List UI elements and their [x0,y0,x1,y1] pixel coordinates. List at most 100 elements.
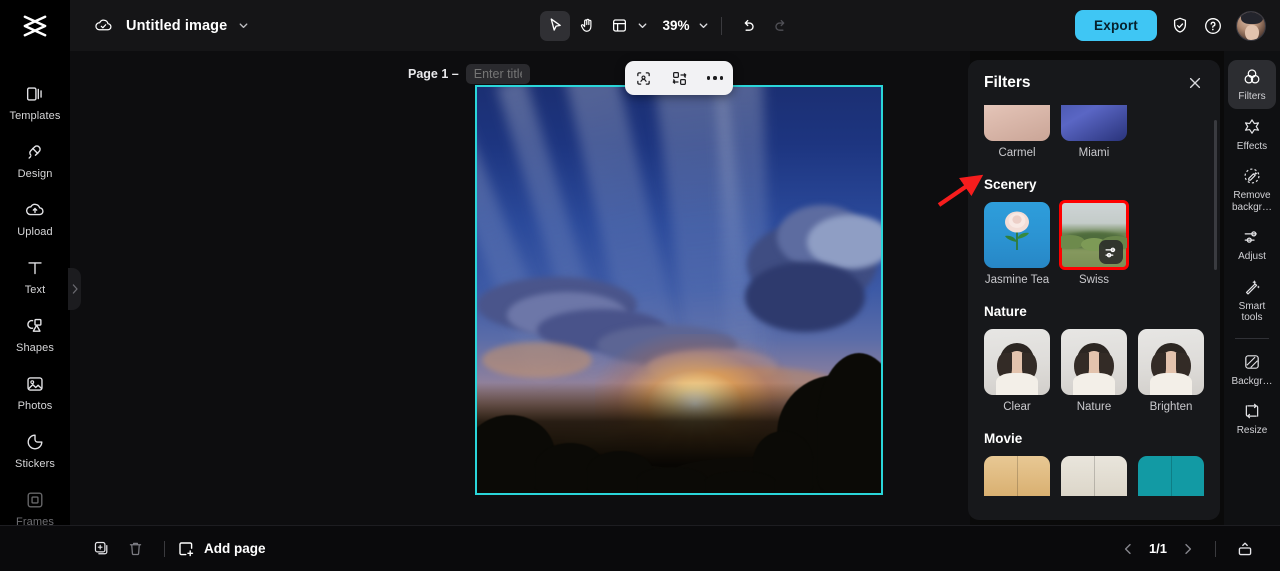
page-label-group: Page 1 – [408,64,530,84]
sidebar-item-label: Upload [17,225,53,238]
sidebar-item-label: Text [24,283,46,296]
chevron-down-icon[interactable] [237,19,250,32]
filter-label: Brighten [1149,401,1193,413]
rail-divider [1235,337,1269,339]
sidebar-item-shapes[interactable]: Shapes [0,305,70,363]
undo-arrow-icon [744,19,754,31]
filter-item-brighten[interactable]: Brighten [1138,329,1204,413]
add-page-button[interactable]: Add page [177,540,266,558]
zoom-chevron-down-icon[interactable] [697,19,710,32]
sidebar-expand-handle[interactable] [68,268,81,310]
filter-thumbnail[interactable] [1138,456,1204,496]
sidebar-item-label: Shapes [16,341,54,354]
bottom-bar: Add page 1/1 [0,525,1280,571]
layout-chevron-down-icon[interactable] [636,19,649,32]
adjust-badge[interactable] [1099,240,1123,264]
filter-item-nature[interactable]: Nature [1061,329,1127,413]
selected-image-artboard[interactable] [475,85,883,495]
filter-thumbnail[interactable] [984,202,1050,268]
sidebar-item-text[interactable]: Text [0,247,70,305]
chevron-left-icon [1124,543,1131,554]
filter-thumbnail[interactable] [1061,105,1127,141]
image-more-button[interactable] [702,65,728,91]
undo-button[interactable] [733,11,763,41]
next-page-button[interactable] [1173,534,1203,564]
more-horizontal-icon [706,76,724,80]
delete-page-button[interactable] [118,534,152,564]
export-button[interactable]: Export [1075,10,1157,41]
redo-arrow-icon [774,19,784,31]
filters-panel-scrollbar[interactable] [1214,120,1217,270]
redo-button[interactable] [765,11,795,41]
rail-item-label: Remove backgr… [1231,190,1272,213]
document-title-group[interactable]: Untitled image [94,16,250,35]
filter-item-jasmine-tea[interactable]: Jasmine Tea [984,202,1050,286]
filter-thumbnail[interactable] [984,456,1050,496]
question-circle-icon[interactable] [1203,16,1223,36]
sidebar-item-upload[interactable]: Upload [0,189,70,247]
section-title-nature: Nature [984,304,1027,319]
crop-subject-button[interactable] [630,65,656,91]
filter-row-movie [984,456,1204,496]
filters-panel-body[interactable]: Carmel Miami Scenery Jasmine Tea Swiss N… [968,105,1220,520]
duplicate-page-button[interactable] [84,534,118,564]
page-indicator: 1/1 [1148,541,1168,556]
text-t-icon [28,261,42,274]
effects-star-icon [1244,118,1260,134]
sidebar-item-templates[interactable]: Templates [0,73,70,131]
shapes-icon [27,318,42,332]
filter-item-miami[interactable]: Miami [1061,105,1127,159]
filter-label: Clear [1003,401,1031,413]
filter-row-scenery: Jasmine Tea Swiss [984,200,1204,286]
filter-thumbnail[interactable] [984,105,1050,141]
bottom-right-actions: 1/1 [1113,534,1262,564]
rail-item-adjust[interactable]: Adjust [1228,220,1276,269]
hand-tool-button[interactable] [572,11,602,41]
canvas-tools: 39% [540,0,795,51]
avatar[interactable] [1236,10,1266,41]
layout-tool-button[interactable] [604,11,634,41]
filter-thumbnail[interactable] [1059,200,1129,270]
smart-wand-icon [1245,279,1260,295]
chevron-right-icon [72,284,78,294]
filter-item-swiss[interactable]: Swiss [1059,200,1129,286]
right-tool-rail: Filters Effects Remove backgr… Adjust Sm… [1224,51,1280,525]
filter-thumbnail[interactable] [1061,329,1127,395]
sidebar-item-design[interactable]: Design [0,131,70,189]
templates-icon [26,86,42,101]
top-bar: Untitled image 39% Export [0,0,1280,51]
rail-item-resize[interactable]: Resize [1228,394,1276,443]
rail-item-background[interactable]: Backgr… [1228,345,1276,394]
rail-item-effects[interactable]: Effects [1228,110,1276,159]
portrait-illustration [1071,343,1117,395]
section-title-scenery: Scenery [984,177,1037,192]
filter-thumbnail[interactable] [1138,329,1204,395]
filters-circles-icon [1244,69,1260,84]
prev-page-button[interactable] [1113,534,1143,564]
filter-row-top: Carmel Miami [984,105,1204,159]
sidebar-item-photos[interactable]: Photos [0,363,70,421]
sidebar-item-label: Stickers [15,457,55,470]
document-title: Untitled image [126,17,228,34]
filter-label: Jasmine Tea [984,274,1050,286]
select-tool-button[interactable] [540,10,570,41]
capcut-logo[interactable] [0,0,70,51]
panel-toggle-button[interactable] [1228,534,1262,564]
shield-check-icon[interactable] [1170,16,1190,36]
rail-item-label: Adjust [1238,251,1266,262]
rail-item-smart-tools[interactable]: Smart tools [1228,270,1276,330]
filter-thumbnail[interactable] [984,329,1050,395]
close-x-icon[interactable] [1186,74,1204,92]
sidebar-item-stickers[interactable]: Stickers [0,421,70,479]
expand-panel-icon [1238,542,1252,555]
left-sidebar: Templates Design Upload Text Shapes Phot… [0,51,70,571]
filter-item-clear[interactable]: Clear [984,329,1050,413]
replace-image-button[interactable] [666,65,692,91]
page-title-input[interactable] [465,64,530,84]
filter-item-carmel[interactable]: Carmel [984,105,1050,159]
background-icon [1245,354,1259,369]
sidebar-item-label: Templates [9,109,61,122]
rail-item-filters[interactable]: Filters [1228,60,1276,109]
filter-thumbnail[interactable] [1061,456,1127,496]
rail-item-remove-background[interactable]: Remove backgr… [1228,159,1276,219]
